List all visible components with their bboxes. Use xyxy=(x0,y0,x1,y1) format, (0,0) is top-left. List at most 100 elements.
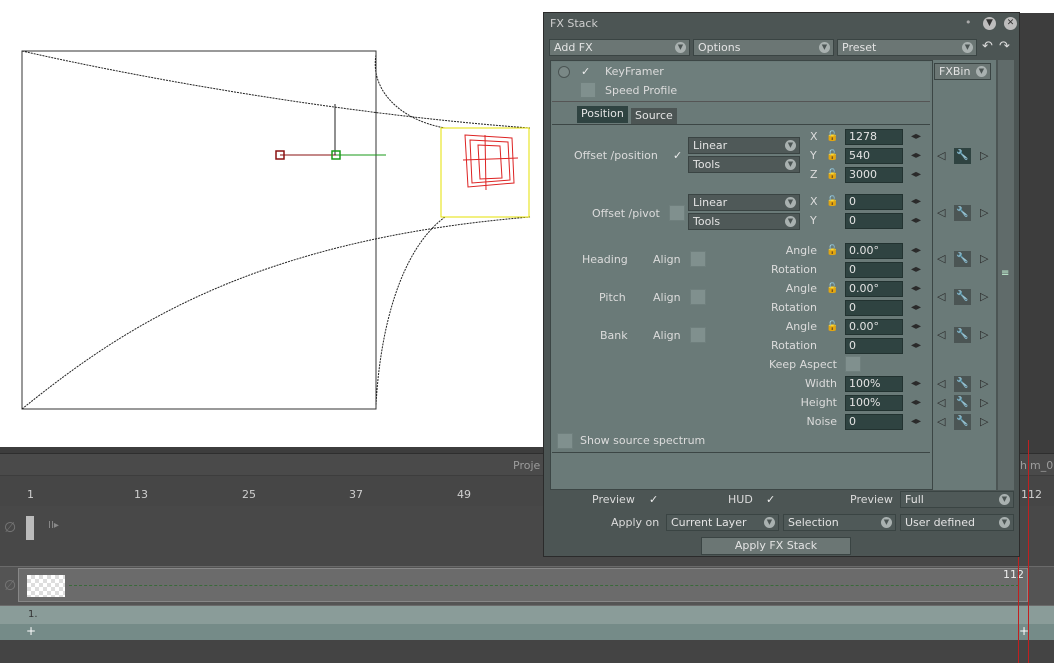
keyframe-step-icon[interactable]: ◂▸ xyxy=(911,378,921,389)
keyframe-step-icon[interactable]: ◂▸ xyxy=(911,215,921,226)
pitch-rotation-field[interactable]: 0 xyxy=(845,300,903,316)
redo-icon[interactable]: ↷ xyxy=(999,39,1010,54)
next-key-icon[interactable]: ▷ xyxy=(980,290,988,303)
prev-key-icon[interactable]: ◁ xyxy=(937,149,945,162)
keyframe-step-icon[interactable]: ◂▸ xyxy=(911,283,921,294)
offset-pivot-y-field[interactable]: 0 xyxy=(845,213,903,229)
offset-position-tools-combo[interactable]: Tools ▼ xyxy=(688,156,800,173)
prev-key-icon[interactable]: ◁ xyxy=(937,328,945,341)
apply-fx-stack-button[interactable]: Apply FX Stack xyxy=(701,537,851,555)
offset-position-y-field[interactable]: 540 xyxy=(845,148,903,164)
wrench-icon[interactable]: 🔧 xyxy=(954,148,971,164)
preset-combo[interactable]: Preset ▼ xyxy=(837,39,977,56)
add-key-left-icon[interactable]: + xyxy=(26,624,36,638)
next-key-icon[interactable]: ▷ xyxy=(980,252,988,265)
keep-aspect-checkbox[interactable] xyxy=(845,356,861,372)
check-icon[interactable]: ✓ xyxy=(673,149,682,162)
offset-pivot-interp-combo[interactable]: Linear ▼ xyxy=(688,194,800,211)
offset-position-z-field[interactable]: 3000 xyxy=(845,167,903,183)
wrench-icon[interactable]: 🔧 xyxy=(954,376,971,392)
check-icon[interactable]: ✓ xyxy=(766,493,775,506)
keyframe-step-icon[interactable]: ◂▸ xyxy=(911,196,921,207)
show-spectrum-checkbox[interactable] xyxy=(557,433,573,449)
lock-icon[interactable]: 🔓 xyxy=(826,282,839,296)
next-key-icon[interactable]: ▷ xyxy=(980,149,988,162)
width-field[interactable]: 100% xyxy=(845,376,903,392)
offset-pivot-checkbox[interactable] xyxy=(669,205,685,221)
add-fx-combo[interactable]: Add FX ▼ xyxy=(549,39,690,56)
playhead-line-end[interactable] xyxy=(1028,440,1029,663)
lock-icon[interactable]: 🔓 xyxy=(826,168,839,182)
check-icon[interactable]: ✓ xyxy=(649,493,658,506)
tab-position[interactable]: Position xyxy=(577,106,628,123)
offset-position-x-field[interactable]: 1278 xyxy=(845,129,903,145)
lock-icon[interactable]: 🔓 xyxy=(826,244,839,258)
height-field[interactable]: 100% xyxy=(845,395,903,411)
wrench-icon[interactable]: 🔧 xyxy=(954,205,971,221)
prev-key-icon[interactable]: ◁ xyxy=(937,415,945,428)
eye-icon[interactable]: ∅ xyxy=(4,578,16,594)
close-icon[interactable]: ✕ xyxy=(1004,17,1017,30)
apply-layer-combo[interactable]: Current Layer ▼ xyxy=(666,514,779,531)
clip-bar[interactable]: 112 xyxy=(18,568,1028,602)
timeline-track-3[interactable]: 1. xyxy=(0,606,1054,624)
keyframe-step-icon[interactable]: ◂▸ xyxy=(911,264,921,275)
prev-key-icon[interactable]: ◁ xyxy=(937,290,945,303)
check-icon[interactable]: ✓ xyxy=(581,65,590,78)
tab-source[interactable]: Source xyxy=(631,108,677,125)
track-arrow-icon[interactable]: II▸ xyxy=(48,520,59,531)
bank-rotation-field[interactable]: 0 xyxy=(845,338,903,354)
offset-pivot-tools-combo[interactable]: Tools ▼ xyxy=(688,213,800,230)
lock-icon[interactable]: 🔓 xyxy=(826,195,839,209)
wrench-icon[interactable]: 🔧 xyxy=(954,414,971,430)
next-key-icon[interactable]: ▷ xyxy=(980,396,988,409)
next-key-icon[interactable]: ▷ xyxy=(980,328,988,341)
heading-align-checkbox[interactable] xyxy=(690,251,706,267)
keyframe-step-icon[interactable]: ◂▸ xyxy=(911,131,921,142)
timeline-track-4[interactable]: + + xyxy=(0,624,1054,640)
prev-key-icon[interactable]: ◁ xyxy=(937,252,945,265)
pitch-angle-field[interactable]: 0.00° xyxy=(845,281,903,297)
wrench-icon[interactable]: 🔧 xyxy=(954,251,971,267)
lock-icon[interactable]: 🔓 xyxy=(826,149,839,163)
preview-mode-combo[interactable]: Full ▼ xyxy=(900,491,1014,508)
offset-pivot-x-field[interactable]: 0 xyxy=(845,194,903,210)
keyframe-step-icon[interactable]: ◂▸ xyxy=(911,150,921,161)
keyframe-step-icon[interactable]: ◂▸ xyxy=(911,169,921,180)
scroll-grip-icon[interactable]: ≡ xyxy=(1001,268,1009,279)
pin-icon[interactable]: • xyxy=(965,16,972,29)
keyframe-step-icon[interactable]: ◂▸ xyxy=(911,416,921,427)
heading-rotation-field[interactable]: 0 xyxy=(845,262,903,278)
fx-scrollbar[interactable]: ≡ xyxy=(998,60,1014,490)
bank-align-checkbox[interactable] xyxy=(690,327,706,343)
noise-field[interactable]: 0 xyxy=(845,414,903,430)
lock-icon[interactable]: 🔓 xyxy=(826,130,839,144)
fxbin-combo[interactable]: FXBin ▼ xyxy=(934,63,991,80)
wrench-icon[interactable]: 🔧 xyxy=(954,289,971,305)
speed-profile-checkbox[interactable] xyxy=(580,82,596,98)
keyframe-step-icon[interactable]: ◂▸ xyxy=(911,340,921,351)
keyframe-step-icon[interactable]: ◂▸ xyxy=(911,321,921,332)
eye-icon[interactable]: ∅ xyxy=(4,520,16,536)
heading-angle-field[interactable]: 0.00° xyxy=(845,243,903,259)
lock-icon[interactable]: 🔓 xyxy=(826,320,839,334)
prev-key-icon[interactable]: ◁ xyxy=(937,396,945,409)
pitch-align-checkbox[interactable] xyxy=(690,289,706,305)
prev-key-icon[interactable]: ◁ xyxy=(937,377,945,390)
keyframe-step-icon[interactable]: ◂▸ xyxy=(911,245,921,256)
keyframe-step-icon[interactable]: ◂▸ xyxy=(911,302,921,313)
enable-toggle-icon[interactable] xyxy=(558,66,570,78)
options-combo[interactable]: Options ▼ xyxy=(693,39,834,56)
minimize-icon[interactable]: ▼ xyxy=(983,17,996,30)
wrench-icon[interactable]: 🔧 xyxy=(954,327,971,343)
next-key-icon[interactable]: ▷ xyxy=(980,206,988,219)
undo-icon[interactable]: ↶ xyxy=(982,39,993,54)
next-key-icon[interactable]: ▷ xyxy=(980,415,988,428)
apply-defined-combo[interactable]: User defined ▼ xyxy=(900,514,1014,531)
keyframe-step-icon[interactable]: ◂▸ xyxy=(911,397,921,408)
offset-position-interp-combo[interactable]: Linear ▼ xyxy=(688,137,800,154)
apply-selection-combo[interactable]: Selection ▼ xyxy=(783,514,896,531)
next-key-icon[interactable]: ▷ xyxy=(980,377,988,390)
prev-key-icon[interactable]: ◁ xyxy=(937,206,945,219)
wrench-icon[interactable]: 🔧 xyxy=(954,395,971,411)
